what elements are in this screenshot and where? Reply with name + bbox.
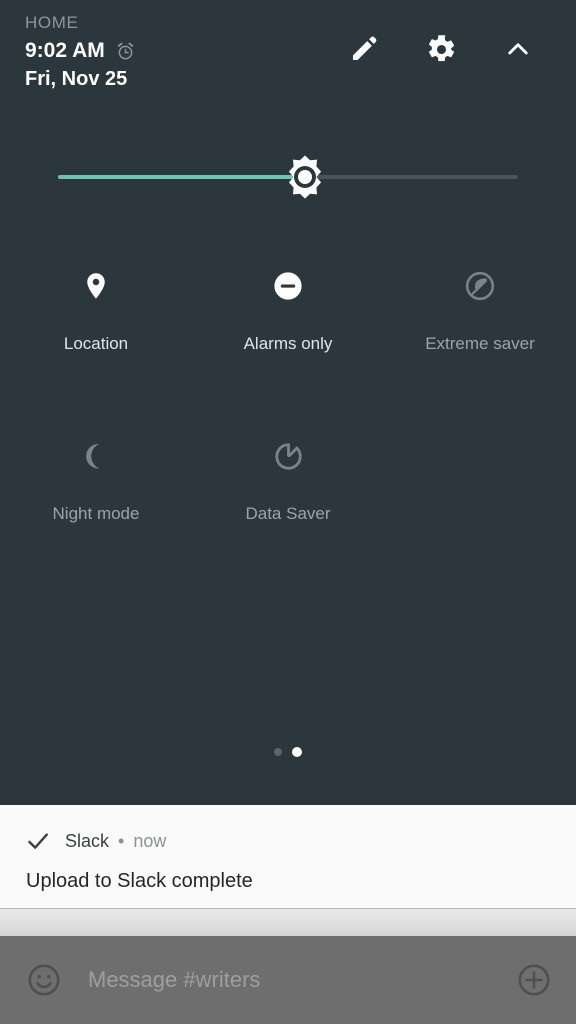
clock-row[interactable]: 9:02 AM — [25, 38, 136, 64]
slack-message-composer — [0, 936, 576, 1024]
tile-label: Night mode — [53, 504, 140, 524]
data-saver-icon — [260, 428, 316, 484]
location-label: HOME — [25, 13, 78, 33]
tile-label: Data Saver — [245, 504, 330, 524]
notification-separator: • — [118, 831, 124, 852]
notification-header: Slack • now — [26, 830, 166, 852]
tile-empty-slot — [384, 422, 576, 592]
tile-data-saver[interactable]: Data Saver — [192, 422, 384, 592]
tile-location[interactable]: Location — [0, 252, 192, 422]
quick-settings-panel: HOME 9:02 AM Fri, Nov 25 — [0, 0, 576, 805]
quick-settings-header: HOME 9:02 AM Fri, Nov 25 — [0, 0, 576, 105]
page-indicator — [0, 745, 576, 759]
message-input[interactable] — [88, 967, 512, 993]
tile-extreme-saver[interactable]: Extreme saver — [384, 252, 576, 422]
tile-label: Alarms only — [244, 334, 333, 354]
android-quick-settings-screen: HOME 9:02 AM Fri, Nov 25 — [0, 0, 576, 1024]
leaf-saver-icon — [452, 258, 508, 314]
tile-label: Location — [64, 334, 128, 354]
brightness-slider-fill — [58, 175, 302, 179]
tile-row: Night mode Data Saver — [0, 422, 576, 592]
tile-night-mode[interactable]: Night mode — [0, 422, 192, 592]
crescent-moon-icon — [68, 428, 124, 484]
page-dot-active[interactable] — [292, 747, 302, 757]
tile-label: Extreme saver — [425, 334, 535, 354]
quick-settings-tile-grid: Location Alarms only — [0, 252, 576, 592]
clock-time: 9:02 AM — [25, 38, 105, 64]
notification-peek-card[interactable] — [0, 908, 576, 936]
date-label: Fri, Nov 25 — [25, 68, 127, 91]
edit-icon[interactable] — [340, 25, 388, 73]
location-pin-icon — [68, 258, 124, 314]
notification-title: Upload to Slack complete — [26, 870, 253, 893]
tile-row: Location Alarms only — [0, 252, 576, 422]
gear-icon[interactable] — [417, 25, 465, 73]
notification-timestamp: now — [133, 831, 166, 852]
notification-card[interactable]: Slack • now Upload to Slack complete — [0, 805, 576, 908]
brightness-slider-thumb[interactable] — [281, 153, 329, 201]
plus-circle-icon[interactable] — [512, 958, 556, 1002]
alarm-clock-icon — [115, 41, 136, 62]
page-dot[interactable] — [274, 748, 282, 756]
emoji-smiley-icon[interactable] — [22, 958, 66, 1002]
do-not-disturb-icon — [260, 258, 316, 314]
checkmark-icon — [26, 829, 50, 853]
brightness-slider[interactable] — [0, 150, 576, 204]
chevron-up-icon[interactable] — [494, 25, 542, 73]
notification-app-name: Slack — [65, 831, 109, 852]
tile-alarms-only[interactable]: Alarms only — [192, 252, 384, 422]
